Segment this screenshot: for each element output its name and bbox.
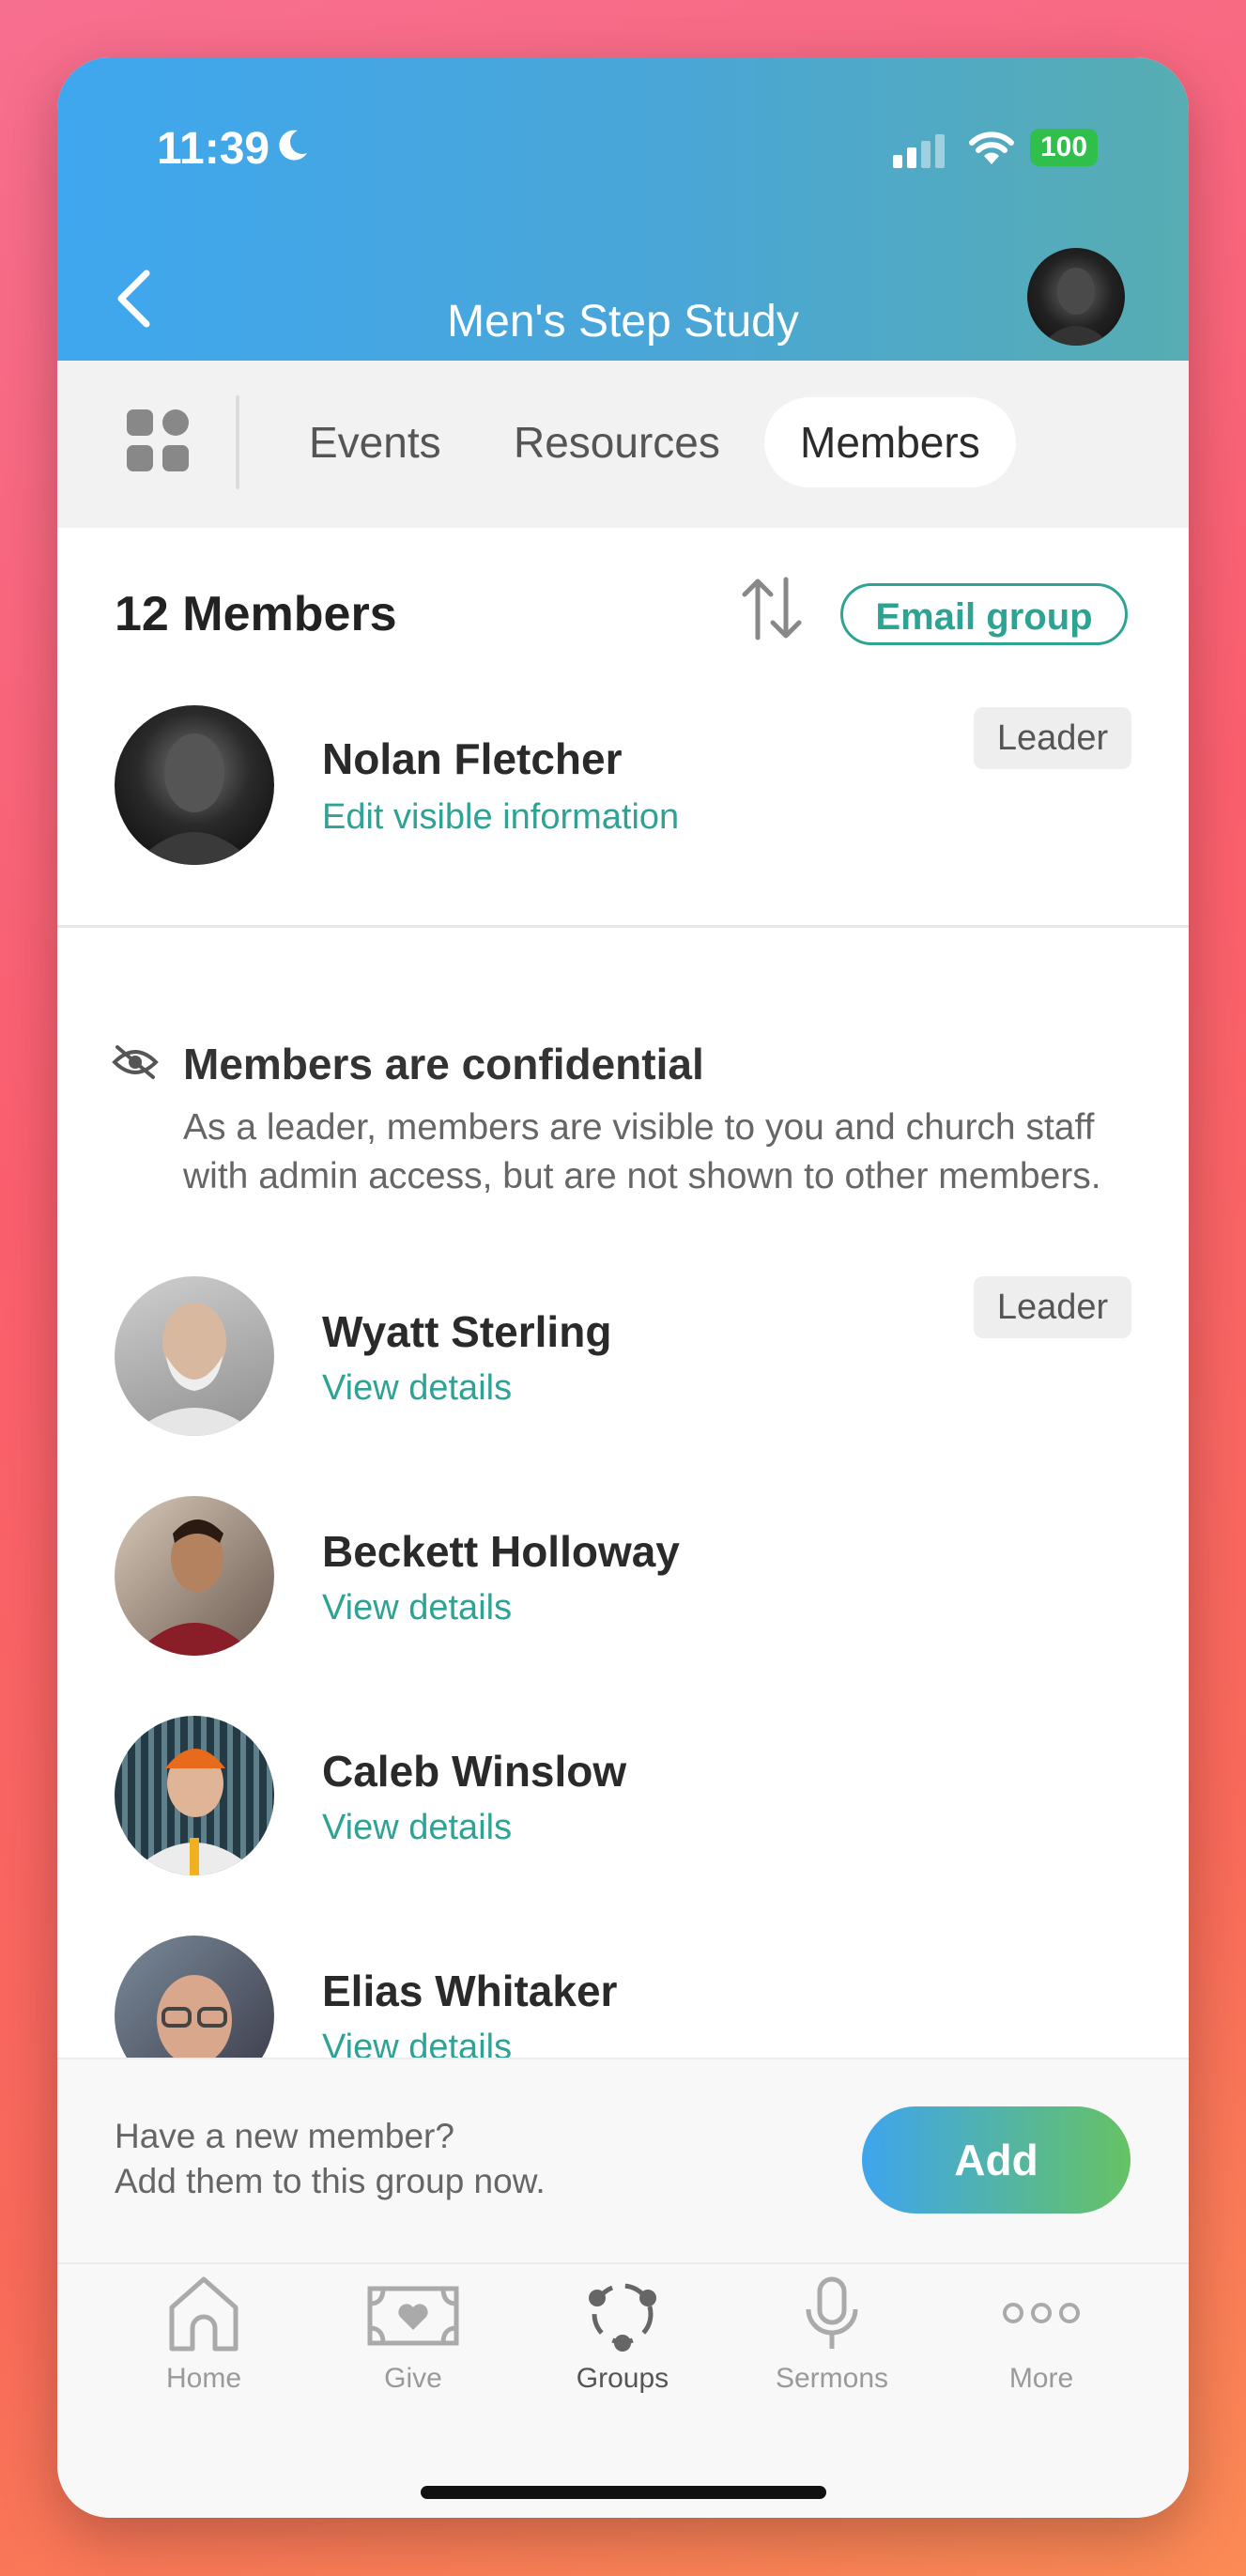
cellular-signal-icon: [893, 134, 945, 168]
add-member-prompt-line2: Add them to this group now.: [115, 2162, 546, 2200]
tab-events[interactable]: Events: [273, 397, 477, 487]
members-count: 12 Members: [115, 587, 397, 641]
member-name[interactable]: Caleb Winslow: [322, 1746, 626, 1797]
section-divider: [57, 925, 1189, 928]
sort-icon[interactable]: [739, 576, 805, 641]
view-details-link[interactable]: View details: [322, 1368, 512, 1409]
member-name[interactable]: Elias Whitaker: [322, 1966, 617, 2016]
add-member-prompt-line1: Have a new member?: [115, 2117, 454, 2155]
dashboard-grid-icon[interactable]: [125, 408, 191, 473]
home-icon: [169, 2276, 238, 2352]
status-time: 11:39: [157, 124, 270, 174]
microphone-icon: [806, 2276, 858, 2349]
home-indicator[interactable]: [421, 2486, 826, 2499]
add-member-button[interactable]: Add: [862, 2106, 1131, 2214]
add-member-prompt: Have a new member? Add them to this grou…: [115, 2114, 546, 2204]
battery-indicator: 100: [1030, 129, 1098, 166]
avatar[interactable]: [115, 705, 274, 865]
view-details-link[interactable]: View details: [322, 1588, 512, 1628]
tabbar-label: Groups: [576, 2363, 669, 2394]
back-chevron-icon[interactable]: [104, 266, 170, 332]
page-title: Men's Step Study: [447, 297, 799, 347]
avatar[interactable]: [115, 1716, 274, 1875]
tabbar-home[interactable]: Home: [110, 2275, 298, 2395]
confidential-body: As a leader, members are visible to you …: [183, 1107, 1101, 1196]
leader-badge: Leader: [974, 1276, 1131, 1338]
edit-visible-info-link[interactable]: Edit visible information: [322, 797, 679, 838]
member-name[interactable]: Nolan Fletcher: [322, 733, 623, 784]
wifi-icon: [969, 131, 1014, 164]
tabbar-groups[interactable]: Groups: [529, 2275, 716, 2395]
tab-members[interactable]: Members: [764, 397, 1016, 487]
confidential-title: Members are confidential: [183, 1040, 704, 1088]
tab-divider: [236, 395, 239, 489]
tabbar-label: Sermons: [775, 2363, 889, 2394]
phone-screen: 11:39 100 Men's Step Study Events Resour…: [57, 57, 1189, 2518]
avatar[interactable]: [115, 1276, 274, 1436]
tabbar-label: Home: [165, 2363, 242, 2394]
tabbar-label: More: [1008, 2363, 1074, 2394]
member-name[interactable]: Wyatt Sterling: [322, 1306, 611, 1357]
email-group-button[interactable]: Email group: [840, 583, 1128, 645]
groups-icon: [589, 2283, 656, 2352]
view-details-link[interactable]: View details: [322, 1808, 512, 1848]
tabbar-more[interactable]: More: [947, 2275, 1135, 2395]
leader-badge: Leader: [974, 707, 1131, 769]
eye-slash-icon: [112, 1045, 159, 1079]
moon-icon: [279, 130, 307, 161]
member-name[interactable]: Beckett Holloway: [322, 1526, 680, 1577]
profile-avatar[interactable]: [1027, 248, 1125, 346]
tabbar-give[interactable]: Give: [319, 2275, 507, 2395]
give-icon: [367, 2286, 459, 2346]
avatar[interactable]: [115, 1496, 274, 1656]
more-icon: [1003, 2303, 1080, 2323]
tab-resources[interactable]: Resources: [478, 397, 756, 487]
tabbar-sermons[interactable]: Sermons: [738, 2275, 926, 2395]
tabbar-label: Give: [384, 2363, 442, 2394]
